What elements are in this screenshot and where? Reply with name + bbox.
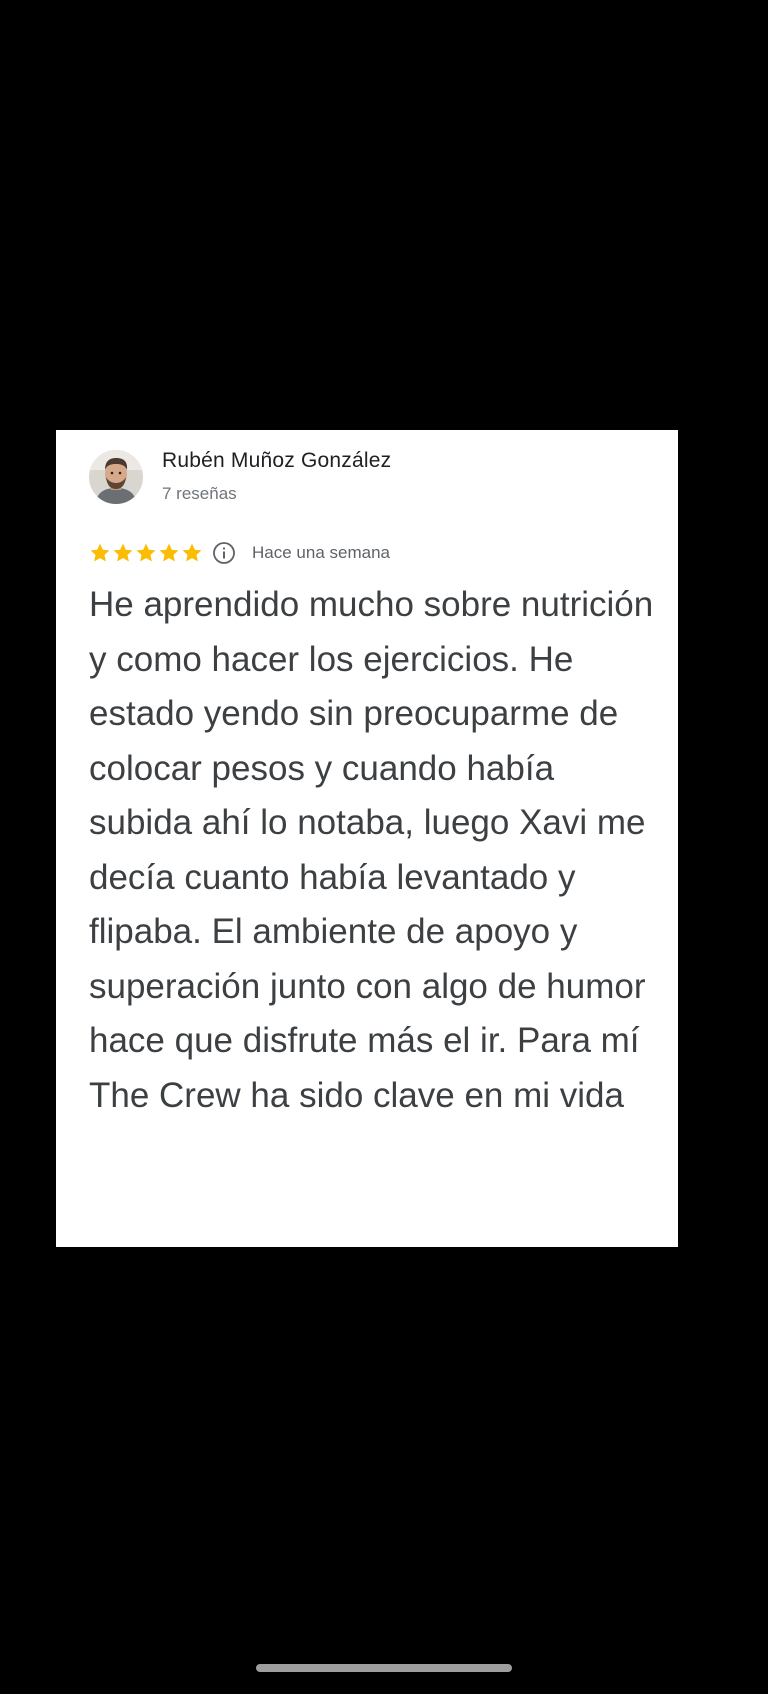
star-icon [159,543,179,562]
author-review-count[interactable]: 7 reseñas [162,484,237,504]
star-icon [182,543,202,562]
star-icon [90,543,110,562]
rating-row: Hace una semana [89,540,390,566]
star-icon [136,543,156,562]
star-icon [113,543,133,562]
avatar-photo [89,450,143,504]
info-icon[interactable] [212,541,236,565]
review-time: Hace una semana [252,543,390,562]
home-indicator[interactable] [256,1664,512,1672]
avatar[interactable] [89,450,143,504]
review-text: He aprendido mucho sobre nutrición y com… [89,585,654,1115]
review-card: Rubén Muñoz González 7 reseñas Hace una … [56,430,678,1247]
author-name[interactable]: Rubén Muñoz González [162,449,391,473]
star-rating [89,542,203,564]
